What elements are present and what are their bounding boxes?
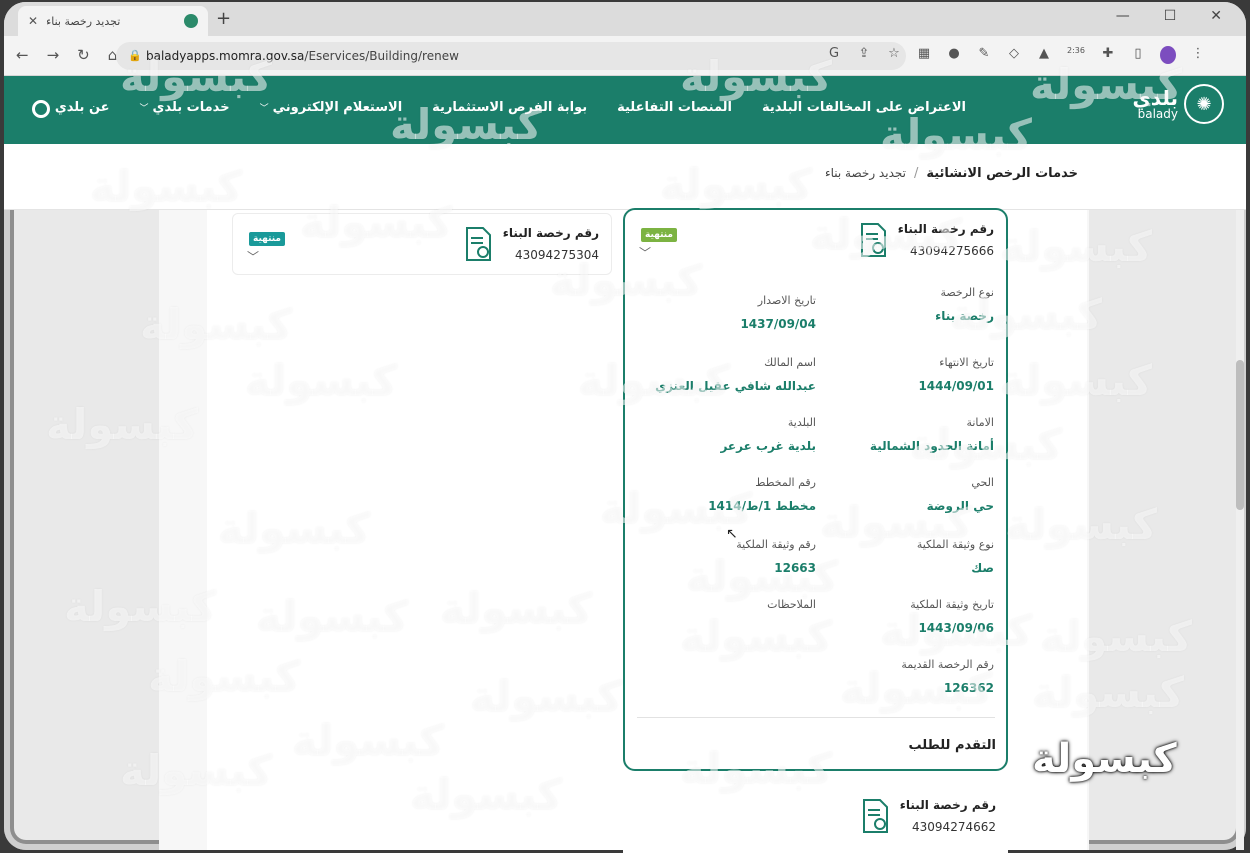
status-badge: منتهية <box>249 232 285 246</box>
url-path: /Eservices/Building/renew <box>304 49 459 63</box>
breadcrumb-separator: / <box>913 166 919 181</box>
license-label: رقم رخصة البناء <box>502 226 599 240</box>
share-icon[interactable]: ⇪ <box>856 46 872 64</box>
nav-objection[interactable]: الاعتراض على المخالفات البلدية <box>762 100 966 115</box>
site-header: بلدي balady ✺ عن بلدي خدمات بلدي﹀ الاستع… <box>4 76 1246 144</box>
document-icon <box>465 227 491 261</box>
license-card-collapsed[interactable]: رقم رخصة البناء 43094275304 منتهية ﹀ <box>232 213 612 275</box>
status-badge: منتهية <box>641 228 677 242</box>
drive-icon[interactable]: ▲ <box>1036 46 1052 64</box>
balady-logo[interactable]: بلدي balady ✺ <box>1132 84 1224 124</box>
google-icon[interactable]: G <box>826 46 842 64</box>
accessibility-icon[interactable] <box>32 100 50 118</box>
chevron-down-icon: ﹀ <box>259 104 269 114</box>
breadcrumb: خدمات الرخص الانشائية / تجديد رخصة بناء <box>825 166 1078 181</box>
chevron-down-icon: ﹀ <box>139 104 149 114</box>
license-card-collapsed[interactable]: رقم رخصة البناء 43094274662 <box>623 790 1008 853</box>
nav-platforms[interactable]: المنصات التفاعلية <box>617 100 732 115</box>
license-label: رقم رخصة البناء <box>897 222 994 236</box>
browser-tab-strip: تجديد رخصة بناء ✕ + — ☐ ✕ <box>4 2 1246 36</box>
window-close-button[interactable]: ✕ <box>1210 8 1222 24</box>
close-icon[interactable]: ✕ <box>28 14 38 28</box>
document-icon <box>860 223 886 257</box>
breadcrumb-current: تجديد رخصة بناء <box>824 166 906 180</box>
forward-icon[interactable]: → <box>47 46 60 64</box>
lock-icon[interactable]: 🔒 <box>128 42 142 70</box>
field-plan-number: رقم المخطط مخطط 1/ط/1414 <box>708 476 816 513</box>
extension-icon[interactable]: ◇ <box>1006 46 1022 64</box>
field-expiry-date: تاريخ الانتهاء 1444/09/01 <box>918 356 994 393</box>
breadcrumb-band: خدمات الرخص الانشائية / تجديد رخصة بناء <box>4 144 1246 210</box>
breadcrumb-root[interactable]: خدمات الرخص الانشائية <box>926 166 1078 181</box>
nav-investment[interactable]: بوابة الفرص الاستثمارية <box>432 100 587 115</box>
card-header: رقم رخصة البناء 43094274662 <box>860 798 996 834</box>
tab-title: تجديد رخصة بناء <box>46 14 121 28</box>
palm-logo-icon: ✺ <box>1184 84 1224 124</box>
minimize-button[interactable]: — <box>1116 8 1130 24</box>
url-host: baladyapps.momra.gov.sa <box>146 49 305 63</box>
star-icon[interactable]: ☆ <box>886 46 902 64</box>
extension-icon[interactable]: ▦ <box>916 46 932 64</box>
browser-toolbar: ← → ↻ ⌂ 🔒 baladyapps.momra.gov.sa/Eservi… <box>4 36 1246 76</box>
field-deed-number: رقم وثيقة الملكية 12663 <box>736 538 816 575</box>
license-label: رقم رخصة البناء <box>899 798 996 812</box>
field-district: الحي حي الروضة <box>926 476 994 513</box>
field-owner-name: اسم المالك عبدالله شافي عقيل العنزي <box>655 356 816 393</box>
menu-icon[interactable]: ⋮ <box>1190 46 1206 64</box>
field-old-license-number: رقم الرخصة القديمة 126362 <box>901 658 994 695</box>
extension-icons: G ⇪ ☆ ▦ ● ✎ ◇ ▲ 2:36 ✚ ▯ ⋮ <box>826 46 1206 64</box>
browser-tab[interactable]: تجديد رخصة بناء ✕ <box>18 6 208 36</box>
field-municipality: البلدية بلدية غرب عرعر <box>720 416 816 453</box>
timer-extension-icon[interactable]: 2:36 <box>1066 46 1086 64</box>
apply-button[interactable]: التقدم للطلب <box>909 738 996 753</box>
logo-text-ar: بلدي <box>1132 86 1178 110</box>
field-deed-date: تاريخ وثيقة الملكية 1443/09/06 <box>910 598 994 635</box>
mouse-cursor-icon: ↖ <box>726 526 738 542</box>
license-card-expanded: رقم رخصة البناء 43094275666 منتهية ﹀ نوع… <box>623 208 1008 771</box>
favicon-icon <box>184 14 198 28</box>
field-amanah: الامانة أمانة الحدود الشمالية <box>869 416 994 453</box>
chevron-down-icon[interactable]: ﹀ <box>247 248 259 265</box>
license-number: 43094274662 <box>912 820 996 834</box>
license-number: 43094275666 <box>910 244 994 258</box>
brand-watermark: كبسولة <box>1032 736 1177 782</box>
reload-icon[interactable]: ↻ <box>77 46 90 64</box>
new-tab-button[interactable]: + <box>216 8 231 29</box>
logo-text-en: balady <box>1137 107 1178 121</box>
field-notes: الملاحظات <box>767 598 816 611</box>
license-number: 43094275304 <box>515 248 599 262</box>
document-icon <box>862 799 888 833</box>
window-controls: — ☐ ✕ <box>1116 8 1222 24</box>
back-icon[interactable]: ← <box>16 46 29 64</box>
card-header: رقم رخصة البناء 43094275304 <box>463 226 599 262</box>
chevron-down-icon[interactable]: ﹀ <box>639 244 651 261</box>
field-license-type: نوع الرخصة رخصة بناء <box>935 286 994 323</box>
scrollbar-track[interactable] <box>1236 210 1244 850</box>
avatar[interactable] <box>1160 46 1176 64</box>
puzzle-icon[interactable]: ✚ <box>1100 46 1116 64</box>
field-deed-type: نوع وثيقة الملكية صك <box>916 538 994 575</box>
field-issue-date: تاريخ الاصدار 1437/09/04 <box>740 294 816 331</box>
scrollbar-thumb[interactable] <box>1236 360 1244 510</box>
extension-icon[interactable]: ● <box>946 46 962 64</box>
nav-inquiry[interactable]: الاستعلام الإلكتروني﹀ <box>260 100 403 115</box>
main-nav: عن بلدي خدمات بلدي﹀ الاستعلام الإلكتروني… <box>55 100 966 115</box>
nav-buttons: ← → ↻ ⌂ <box>16 46 117 64</box>
sidebar-icon[interactable]: ▯ <box>1130 46 1146 64</box>
card-divider <box>637 717 995 718</box>
card-header: رقم رخصة البناء 43094275666 <box>858 222 994 258</box>
nav-services[interactable]: خدمات بلدي﹀ <box>140 100 230 115</box>
nav-about[interactable]: عن بلدي <box>55 100 110 115</box>
address-bar[interactable]: 🔒 baladyapps.momra.gov.sa/Eservices/Buil… <box>116 42 906 70</box>
extension-icon[interactable]: ✎ <box>976 46 992 64</box>
maximize-button[interactable]: ☐ <box>1164 8 1177 24</box>
